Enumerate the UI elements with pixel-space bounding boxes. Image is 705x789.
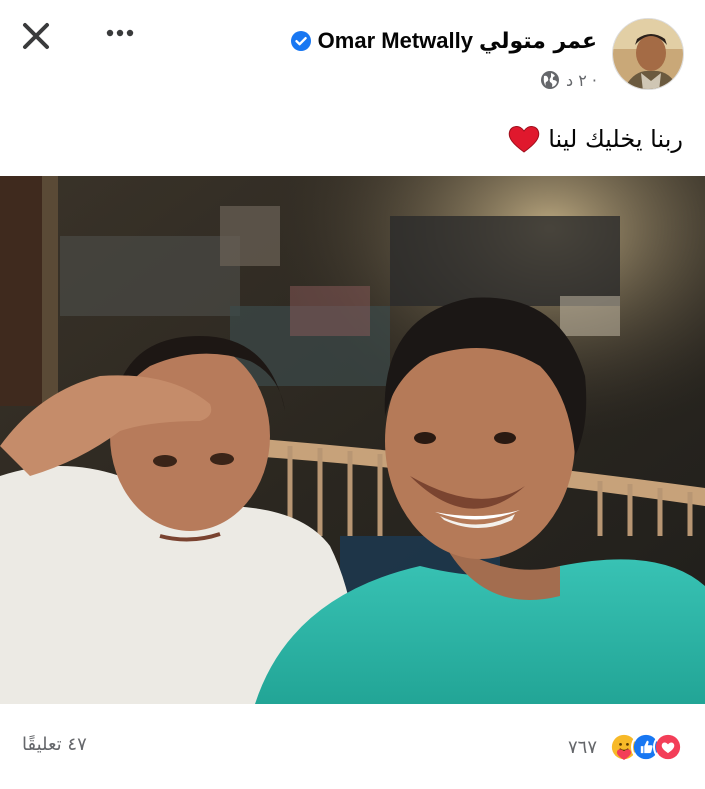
love-icon xyxy=(653,732,683,762)
author-avatar[interactable] xyxy=(612,18,684,90)
verified-badge-icon xyxy=(290,31,311,51)
author-name-ar[interactable]: عمر متولي xyxy=(479,29,597,54)
post-footer: ٤٧ تعليقًا ٧٦٧ xyxy=(0,704,705,789)
close-icon xyxy=(23,23,49,49)
post-timestamp[interactable]: ٢ د · xyxy=(566,71,597,90)
more-horizontal-icon xyxy=(106,29,134,37)
author-name-row[interactable]: Omar Metwally عمر متولي xyxy=(290,26,597,56)
reactions-summary[interactable]: ٧٦٧ xyxy=(568,732,683,762)
post-meta: ٢ د · xyxy=(540,68,597,92)
more-options-button[interactable] xyxy=(100,18,140,48)
caption-text: ربنا يخليك لينا xyxy=(548,125,683,153)
post-header: Omar Metwally عمر متولي ٢ د · ربنا يخليك… xyxy=(0,0,705,153)
post-photo[interactable] xyxy=(0,176,705,704)
selfie-photo xyxy=(0,176,705,704)
reactions-count[interactable]: ٧٦٧ xyxy=(568,737,597,758)
red-heart-icon xyxy=(508,126,540,153)
post-caption: ربنا يخليك لينا xyxy=(508,124,683,154)
comments-count[interactable]: ٤٧ تعليقًا xyxy=(22,734,87,755)
reaction-icons xyxy=(609,732,683,762)
close-button[interactable] xyxy=(18,18,54,54)
globe-icon[interactable] xyxy=(540,70,560,90)
author-name-en[interactable]: Omar Metwally xyxy=(318,28,473,54)
